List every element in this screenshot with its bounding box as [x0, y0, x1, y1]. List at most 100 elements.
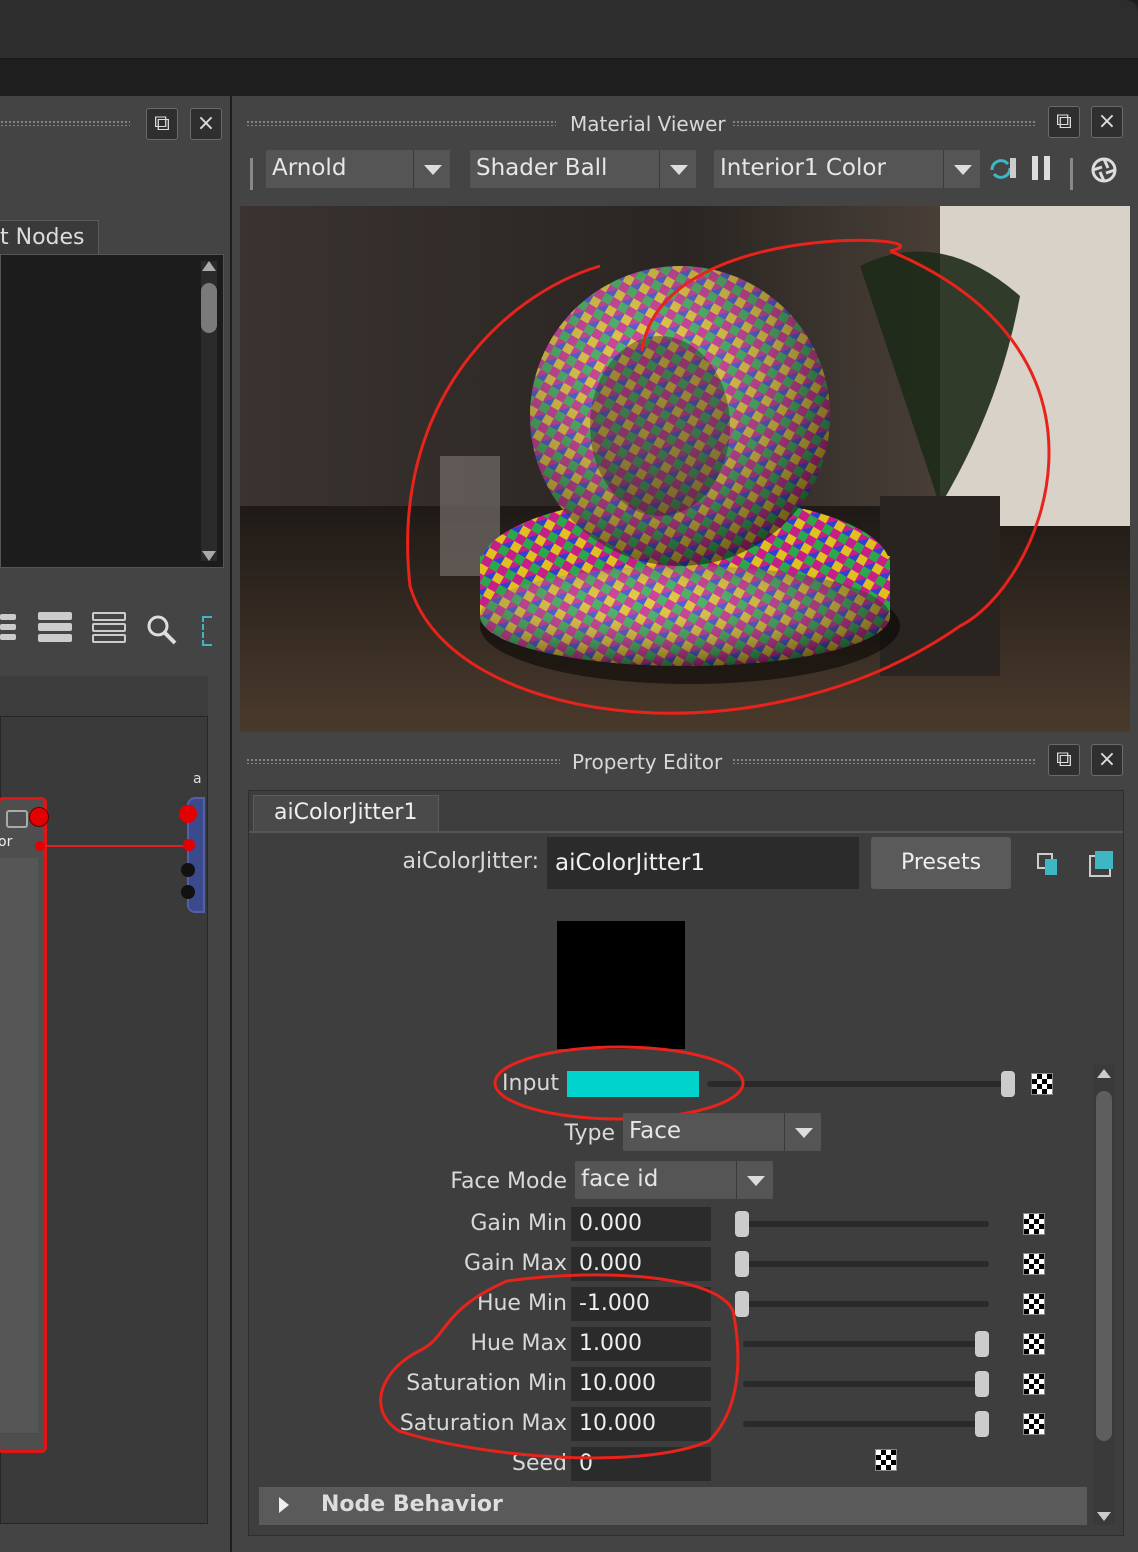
chevron-down-icon[interactable]	[943, 150, 980, 188]
material-port-3[interactable]	[181, 885, 195, 899]
expanded-view-icon[interactable]	[38, 608, 72, 644]
node-attribute-row[interactable]	[0, 1180, 38, 1204]
node-attribute-row[interactable]	[0, 1019, 38, 1043]
input-slider-thumb[interactable]	[1001, 1071, 1015, 1097]
presets-button[interactable]: Presets	[871, 837, 1011, 889]
node-attribute-row[interactable]	[0, 881, 38, 905]
node-attribute-row[interactable]	[0, 1272, 38, 1296]
seed-map-icon[interactable]	[875, 1449, 897, 1471]
refresh-icon[interactable]	[988, 156, 1018, 182]
map-button-icon[interactable]	[1023, 1413, 1045, 1435]
port-dot[interactable]	[35, 841, 45, 851]
node-attribute-row[interactable]	[0, 1042, 38, 1066]
node-list[interactable]	[0, 254, 224, 568]
attr-slider-track[interactable]	[743, 1421, 989, 1427]
map-button-icon[interactable]	[1023, 1213, 1045, 1235]
node-attribute-row[interactable]	[0, 1341, 38, 1365]
mv-grip-right[interactable]	[732, 120, 1036, 126]
pe-restore-icon[interactable]: ⧉	[1048, 744, 1080, 776]
node-attribute-row[interactable]	[0, 1387, 38, 1411]
panel-grip[interactable]	[0, 120, 130, 126]
node-attribute-row[interactable]	[0, 1065, 38, 1089]
close-icon[interactable]: ×	[190, 108, 222, 140]
node-attribute-row[interactable]	[0, 1134, 38, 1158]
shutter-icon[interactable]	[1090, 156, 1118, 184]
frame-icon[interactable]	[202, 616, 212, 646]
map-button-icon[interactable]	[1023, 1333, 1045, 1355]
node-attribute-row[interactable]	[0, 1295, 38, 1319]
attr-slider-thumb[interactable]	[975, 1411, 989, 1437]
input-slider-track[interactable]	[707, 1081, 1007, 1087]
chevron-down-icon[interactable]	[736, 1161, 773, 1199]
map-button-icon[interactable]	[1023, 1373, 1045, 1395]
restore-icon[interactable]: ⧉	[146, 108, 178, 140]
attr-slider-track[interactable]	[743, 1261, 989, 1267]
map-button-icon[interactable]	[1031, 1073, 1053, 1095]
scroll-thumb[interactable]	[201, 283, 217, 333]
map-button-icon[interactable]	[1023, 1293, 1045, 1315]
pe-grip-right[interactable]	[732, 758, 1036, 764]
render-viewport[interactable]	[240, 206, 1130, 732]
mv-grip-left[interactable]	[246, 120, 556, 126]
attr-slider-track[interactable]	[743, 1341, 989, 1347]
material-port[interactable]	[179, 805, 197, 823]
attr-slider-track[interactable]	[743, 1301, 989, 1307]
node-attribute-row[interactable]	[0, 1410, 38, 1434]
attr-value-field[interactable]: 0.000	[571, 1207, 711, 1241]
attributes-scrollbar[interactable]	[1093, 1065, 1115, 1525]
node-attribute-row[interactable]	[0, 1111, 38, 1135]
tab-nodes[interactable]: t Nodes	[0, 220, 99, 256]
pe-close-icon[interactable]: ×	[1091, 744, 1123, 776]
node-attribute-row[interactable]	[0, 973, 38, 997]
copy-tab-icon[interactable]	[1089, 851, 1113, 877]
node-attribute-row[interactable]	[0, 858, 38, 882]
node-behavior-section[interactable]: Node Behavior	[259, 1487, 1087, 1525]
scroll-up-icon[interactable]	[202, 261, 216, 271]
pe-grip-left[interactable]	[246, 758, 560, 764]
renderer-dropdown[interactable]: Arnold	[266, 150, 450, 188]
node-menu-icon[interactable]	[6, 810, 28, 828]
attr-slider-track[interactable]	[743, 1381, 989, 1387]
show-icon[interactable]	[1037, 853, 1059, 875]
node-attribute-row[interactable]	[0, 950, 38, 974]
node-attribute-row[interactable]	[0, 904, 38, 928]
map-button-icon[interactable]	[1023, 1253, 1045, 1275]
geometry-dropdown[interactable]: Shader Ball	[470, 150, 696, 188]
attr-slider-thumb[interactable]	[975, 1331, 989, 1357]
scroll-down-icon[interactable]	[202, 551, 216, 561]
node-attribute-row[interactable]	[0, 1157, 38, 1181]
attributes-scroll-thumb[interactable]	[1096, 1091, 1112, 1441]
attr-slider-track[interactable]	[743, 1221, 989, 1227]
node-attribute-row[interactable]	[0, 996, 38, 1020]
node-attribute-row[interactable]	[0, 1226, 38, 1250]
node-list-scrollbar[interactable]	[201, 261, 217, 561]
list-view-icon[interactable]	[0, 608, 16, 644]
node-name-field[interactable]: aiColorJitter1	[547, 837, 859, 889]
search-icon[interactable]	[146, 614, 178, 646]
node-attribute-row[interactable]	[0, 1364, 38, 1388]
type-dropdown[interactable]: Face	[623, 1113, 821, 1151]
material-input-port[interactable]	[183, 839, 195, 851]
node-attribute-row[interactable]	[0, 1318, 38, 1342]
node-attribute-row[interactable]	[0, 1203, 38, 1227]
collapsed-view-icon[interactable]	[92, 608, 126, 644]
attr-slider-thumb[interactable]	[975, 1371, 989, 1397]
chevron-down-icon[interactable]	[784, 1113, 821, 1151]
mv-close-icon[interactable]: ×	[1091, 106, 1123, 138]
tab-aicolorjitter[interactable]: aiColorJitter1	[253, 795, 439, 832]
material-port-2[interactable]	[181, 863, 195, 877]
mv-restore-icon[interactable]: ⧉	[1048, 106, 1080, 138]
pause-icon[interactable]	[1032, 156, 1038, 180]
output-port[interactable]	[29, 807, 49, 827]
scroll-down-icon[interactable]	[1097, 1512, 1111, 1521]
node-attribute-row[interactable]	[0, 927, 38, 951]
attr-slider-thumb[interactable]	[735, 1211, 749, 1237]
scroll-up-icon[interactable]	[1097, 1069, 1111, 1078]
chevron-down-icon[interactable]	[659, 150, 696, 188]
node-attribute-row[interactable]	[0, 1088, 38, 1112]
chevron-down-icon[interactable]	[413, 150, 450, 188]
face-mode-dropdown[interactable]: face id	[575, 1161, 773, 1199]
node-attribute-row[interactable]	[0, 1249, 38, 1273]
environment-dropdown[interactable]: Interior1 Color	[714, 150, 980, 188]
expand-arrow-icon[interactable]	[279, 1497, 289, 1513]
